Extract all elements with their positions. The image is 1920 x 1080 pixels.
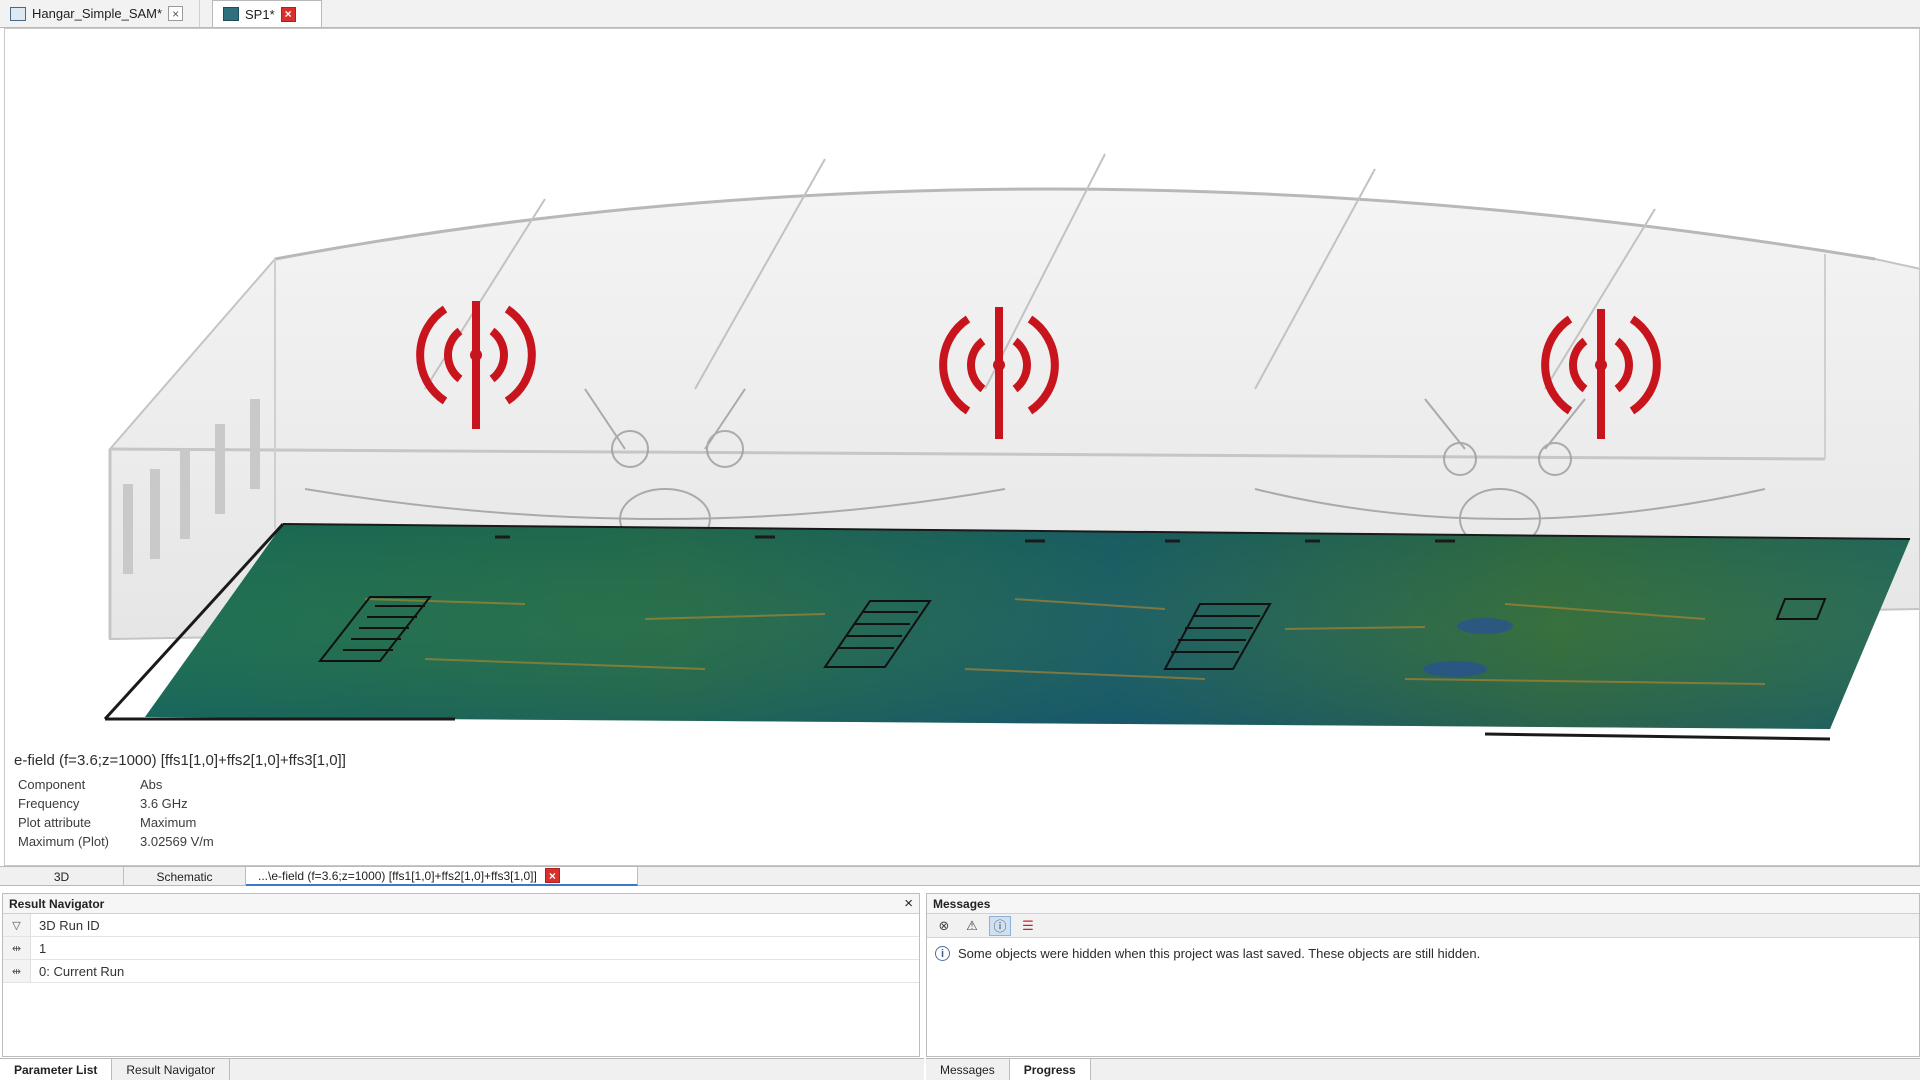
hangar-scene: [103, 153, 1919, 741]
tab-parameter-list[interactable]: Parameter List: [0, 1059, 113, 1080]
close-icon[interactable]: ×: [168, 6, 184, 21]
run-id-value: 1: [39, 940, 47, 956]
doc-tab-hangar[interactable]: Hangar_Simple_SAM* ×: [0, 0, 200, 27]
legend-value: 3.6 GHz: [140, 796, 188, 811]
3d-viewport[interactable]: [4, 28, 1920, 866]
panel-title: Messages: [933, 896, 991, 911]
column-label: 3D Run ID: [39, 917, 100, 933]
result-navigator-row[interactable]: ⇹ 0: Current Run: [3, 960, 919, 983]
view-tab-bar: 3D Schematic ...\e-field (f=3.6;z=1000) …: [0, 866, 1920, 886]
bottom-tab-bar-left: Parameter List Result Navigator: [0, 1058, 924, 1080]
project-icon: [10, 6, 26, 21]
doc-tab-label: SP1*: [245, 6, 275, 22]
legend-value: 3.02569 V/m: [140, 834, 214, 849]
info-filter-icon[interactable]: ⓘ: [989, 915, 1011, 936]
legend-key: Component: [18, 777, 86, 792]
messages-toolbar: ⊗ ⚠ ⓘ ☰: [927, 914, 1919, 938]
clear-messages-icon[interactable]: ☰: [1017, 916, 1039, 936]
tab-efield-label: ...\e-field (f=3.6;z=1000) [ffs1[1,0]+ff…: [258, 868, 537, 883]
warning-filter-icon[interactable]: ⚠: [961, 916, 983, 936]
panel-title: Result Navigator: [9, 896, 105, 911]
tab-result-navigator[interactable]: Result Navigator: [112, 1059, 231, 1080]
panel-header: Result Navigator ×: [3, 894, 919, 914]
document-tab-bar: Hangar_Simple_SAM* × SP1* ×: [0, 0, 1920, 28]
messages-panel: Messages ⊗ ⚠ ⓘ ☰ i Some objects were hid…: [926, 893, 1920, 1057]
result-navigator-row[interactable]: ⇹ 1: [3, 937, 919, 960]
doc-tab-label: Hangar_Simple_SAM*: [32, 6, 163, 21]
doc-tab-sp1[interactable]: SP1* ×: [212, 0, 322, 27]
legend-row: Component Abs: [14, 777, 346, 796]
legend-value: Abs: [140, 777, 163, 792]
message-item[interactable]: i Some objects were hidden when this pro…: [927, 938, 1919, 969]
legend-title: e-field (f=3.6;z=1000) [ffs1[1,0]+ffs2[1…: [14, 752, 346, 769]
run-icon: ⇹: [3, 937, 31, 959]
schematic-icon: [223, 7, 239, 21]
message-text: Some objects were hidden when this proje…: [958, 946, 1481, 961]
tab-schematic[interactable]: Schematic: [124, 867, 246, 886]
legend-key: Frequency: [18, 796, 80, 811]
legend-key: Plot attribute: [18, 815, 91, 830]
run-id-value: 0: Current Run: [39, 963, 125, 979]
legend-key: Maximum (Plot): [18, 834, 110, 849]
tab-efield-plot[interactable]: ...\e-field (f=3.6;z=1000) [ffs1[1,0]+ff…: [246, 867, 638, 886]
tab-progress[interactable]: Progress: [1009, 1059, 1091, 1080]
tab-3d[interactable]: 3D: [0, 867, 124, 886]
plot-legend: e-field (f=3.6;z=1000) [ffs1[1,0]+ffs2[1…: [14, 752, 346, 853]
result-navigator-header-row[interactable]: ▽ 3D Run ID: [3, 914, 919, 937]
result-navigator-panel: Result Navigator × ▽ 3D Run ID ⇹ 1 ⇹ 0: …: [2, 893, 920, 1057]
close-icon[interactable]: ×: [544, 868, 560, 883]
legend-value: Maximum: [140, 815, 197, 830]
panel-header: Messages: [927, 894, 1919, 914]
run-icon: ⇹: [3, 960, 31, 982]
legend-row: Maximum (Plot) 3.02569 V/m: [14, 834, 346, 853]
cst-studio-window: Hangar_Simple_SAM* × SP1* × e-field (f=3…: [0, 0, 1920, 1080]
close-icon[interactable]: ×: [904, 895, 913, 912]
legend-row: Frequency 3.6 GHz: [14, 796, 346, 815]
legend-row: Plot attribute Maximum: [14, 815, 346, 834]
info-icon: i: [935, 946, 950, 961]
close-icon[interactable]: ×: [280, 6, 296, 22]
bottom-tab-bar-right: Messages Progress: [926, 1058, 1920, 1080]
tab-messages[interactable]: Messages: [926, 1059, 1010, 1080]
filter-icon[interactable]: ▽: [3, 914, 31, 936]
error-filter-icon[interactable]: ⊗: [933, 916, 955, 936]
